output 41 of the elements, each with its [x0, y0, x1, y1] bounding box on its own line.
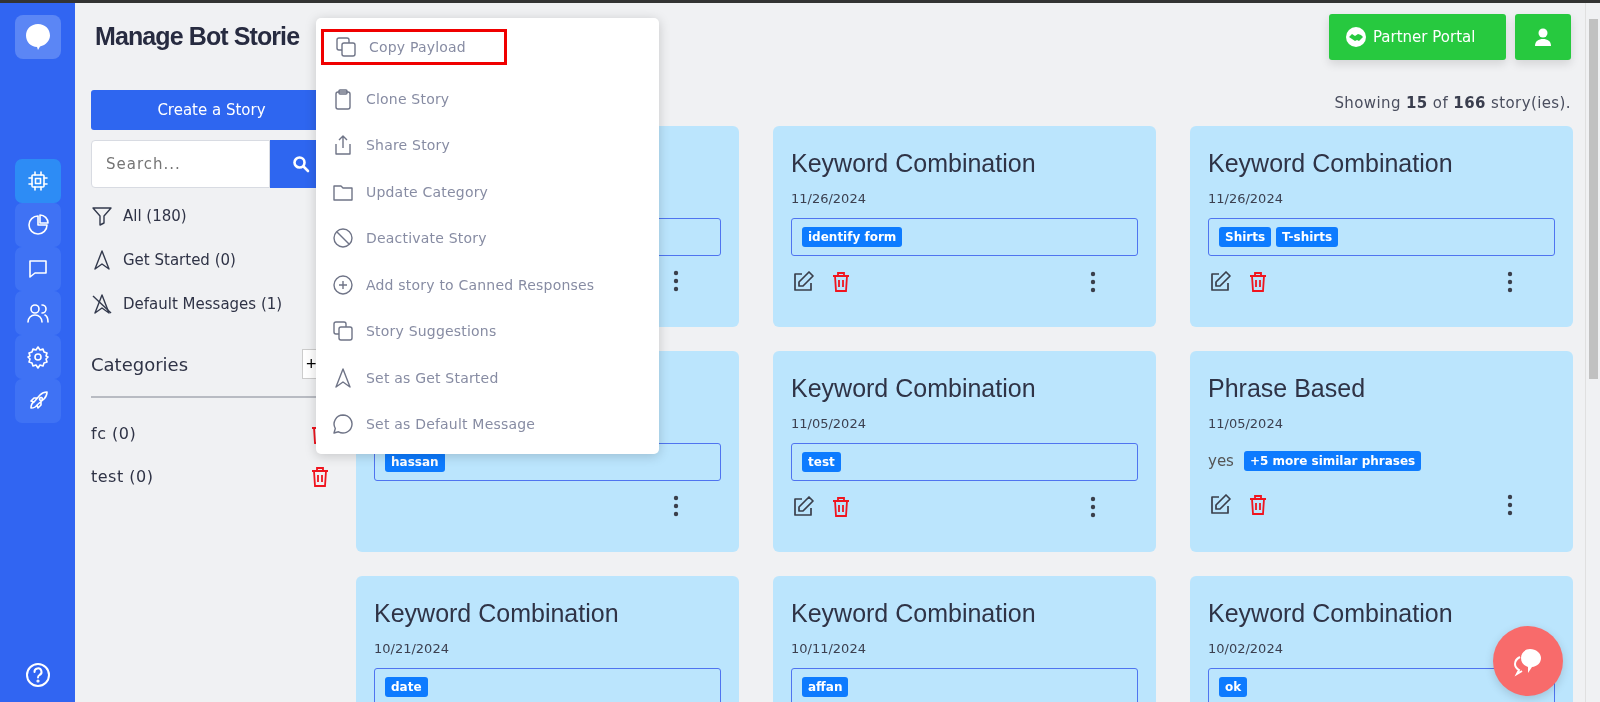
card-date: 11/05/2024 — [791, 415, 866, 431]
keyword-tag: T-shirts — [1276, 227, 1339, 247]
card-date: 10/21/2024 — [374, 640, 449, 656]
results-count: Showing 15 of 166 story(ies). — [1334, 94, 1571, 114]
keyword-tag: test — [802, 452, 841, 472]
filter-link[interactable]: Get Started (0) — [123, 251, 236, 269]
card-date: 10/11/2024 — [791, 640, 866, 656]
keyword-tag: affan — [802, 677, 849, 697]
card-title: Keyword Combination — [1208, 148, 1453, 178]
menu-item[interactable]: Set as Default Message — [328, 401, 659, 448]
card-title: Keyword Combination — [791, 148, 1036, 178]
menu-item[interactable]: Copy Payload — [321, 29, 507, 65]
more-phrases-tag[interactable]: +5 more similar phrases — [1243, 451, 1422, 471]
card-title: Keyword Combination — [791, 373, 1036, 403]
card-title: Keyword Combination — [374, 598, 619, 628]
card-date: 11/26/2024 — [791, 190, 866, 206]
filter-link[interactable]: All (180) — [123, 207, 187, 225]
categories-heading: Categories — [91, 353, 189, 375]
keyword-tag: ok — [1219, 677, 1248, 697]
menu-item[interactable]: Add story to Canned Responses — [328, 261, 659, 308]
partner-portal-button[interactable]: Partner Portal — [1329, 14, 1506, 60]
card-date: 10/02/2024 — [1208, 640, 1283, 656]
card-date: 11/26/2024 — [1208, 190, 1283, 206]
page-title: Manage Bot Storie — [95, 22, 300, 51]
keyword-tag: Shirts — [1219, 227, 1272, 247]
category-item[interactable]: test (0) — [91, 467, 154, 486]
menu-item[interactable]: Update Category — [328, 168, 659, 215]
filter-link[interactable]: Default Messages (1) — [123, 295, 283, 313]
keyword-tag: hassan — [385, 452, 445, 472]
menu-item[interactable]: Set as Get Started — [328, 354, 659, 401]
card-title: Phrase Based — [1208, 373, 1366, 403]
card-title: Keyword Combination — [791, 598, 1036, 628]
menu-item[interactable]: Story Suggestions — [328, 308, 659, 355]
card-title: Keyword Combination — [1208, 598, 1453, 628]
menu-item[interactable]: Deactivate Story — [328, 215, 659, 262]
card-date: 11/05/2024 — [1208, 415, 1283, 431]
keyword-tag: identify form — [802, 227, 903, 247]
phrase-text: yes — [1208, 452, 1234, 470]
keyword-tag: date — [385, 677, 428, 697]
search-field[interactable]: Search... — [91, 140, 270, 188]
category-item[interactable]: fc (0) — [91, 424, 137, 443]
